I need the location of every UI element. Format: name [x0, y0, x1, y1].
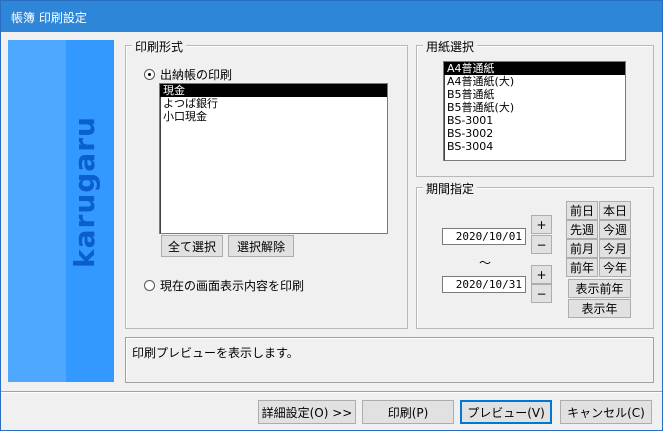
sidebar-stripe: [8, 40, 66, 382]
ledger-listbox[interactable]: 現金 よつば銀行 小口現金: [159, 83, 388, 234]
ledger-item[interactable]: 現金: [160, 84, 387, 97]
paper-item[interactable]: A4普通紙(大): [444, 75, 625, 88]
paper-item[interactable]: BS-3004: [444, 140, 625, 153]
this-year-button[interactable]: 今年: [599, 258, 631, 277]
prev-year-button[interactable]: 前年: [566, 258, 598, 277]
footer-divider: [1, 391, 662, 393]
radio-ledger-dot[interactable]: [144, 69, 155, 80]
paper-item[interactable]: B5普通紙(大): [444, 101, 625, 114]
end-date-plus-button[interactable]: +: [531, 265, 552, 284]
brand-logo: karugaru: [68, 116, 101, 268]
paper-item[interactable]: BS-3001: [444, 114, 625, 127]
print-format-legend: 印刷形式: [132, 38, 187, 55]
status-message-panel: 印刷プレビューを表示します。: [125, 337, 654, 383]
end-date-minus-button[interactable]: −: [531, 284, 552, 303]
ledger-item[interactable]: よつば銀行: [160, 97, 387, 110]
paper-item[interactable]: A4普通紙: [444, 62, 625, 75]
paper-legend: 用紙選択: [423, 38, 478, 55]
ledger-item[interactable]: 小口現金: [160, 110, 387, 123]
radio-ledger-label: 出納帳の印刷: [160, 68, 233, 82]
title-bar[interactable]: 帳簿 印刷設定: [1, 1, 662, 32]
date-range-separator: 〜: [479, 256, 492, 270]
prev-day-button[interactable]: 前日: [566, 201, 598, 220]
cancel-button[interactable]: キャンセル(C): [560, 400, 652, 424]
status-message: 印刷プレビューを表示します。: [132, 346, 299, 360]
radio-screen-label: 現在の画面表示内容を印刷: [160, 279, 305, 293]
sidebar-banner: karugaru: [8, 40, 114, 382]
period-legend: 期間指定: [423, 180, 478, 197]
this-month-button[interactable]: 今月: [599, 239, 631, 258]
today-button[interactable]: 本日: [599, 201, 631, 220]
start-date-plus-button[interactable]: +: [531, 215, 552, 234]
end-date-field[interactable]: 2020/10/31: [442, 276, 526, 293]
display-year-button[interactable]: 表示年: [568, 299, 631, 318]
radio-screen-print[interactable]: 現在の画面表示内容を印刷: [144, 277, 304, 294]
paper-item[interactable]: B5普通紙: [444, 88, 625, 101]
paper-item[interactable]: BS-3002: [444, 127, 625, 140]
window-title: 帳簿 印刷設定: [11, 11, 87, 25]
select-all-button[interactable]: 全て選択: [161, 235, 223, 257]
details-button[interactable]: 詳細設定(O) >>: [258, 400, 356, 424]
prev-week-button[interactable]: 先週: [566, 220, 598, 239]
radio-ledger-print[interactable]: 出納帳の印刷: [144, 66, 232, 83]
prev-month-button[interactable]: 前月: [566, 239, 598, 258]
radio-screen-dot[interactable]: [144, 280, 155, 291]
start-date-minus-button[interactable]: −: [531, 235, 552, 254]
this-week-button[interactable]: 今週: [599, 220, 631, 239]
paper-listbox[interactable]: A4普通紙 A4普通紙(大) B5普通紙 B5普通紙(大) BS-3001 BS…: [443, 61, 626, 161]
print-button[interactable]: 印刷(P): [362, 400, 454, 424]
deselect-all-button[interactable]: 選択解除: [228, 235, 294, 257]
preview-button[interactable]: プレビュー(V): [460, 400, 552, 424]
print-settings-window: 帳簿 印刷設定 karugaru 印刷形式 出納帳の印刷 現金 よつば銀行 小口…: [0, 0, 663, 431]
display-prev-year-button[interactable]: 表示前年: [568, 279, 631, 298]
start-date-field[interactable]: 2020/10/01: [442, 228, 526, 245]
